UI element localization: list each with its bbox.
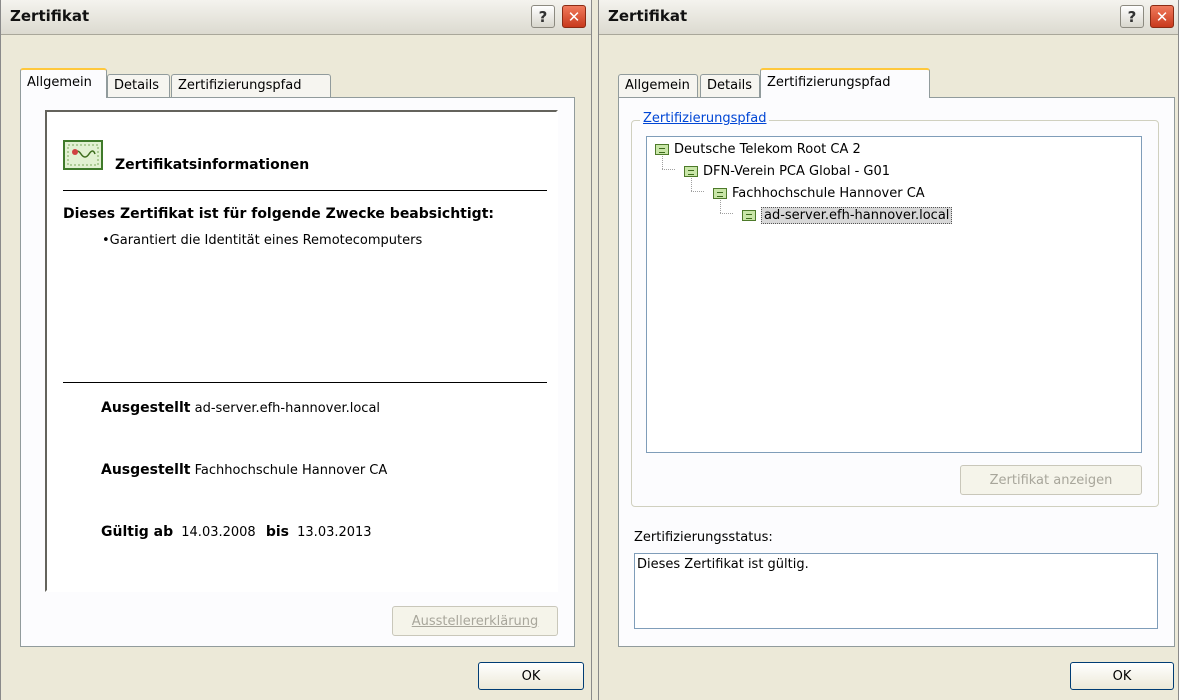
- valid-to-value: 13.03.2013: [297, 525, 372, 540]
- certificate-icon: [742, 209, 756, 221]
- ok-button[interactable]: OK: [478, 662, 584, 690]
- tree-connector: [662, 169, 675, 170]
- issuer-statement-button[interactable]: Ausstellererklärung: [392, 606, 558, 636]
- tree-node-label: Fachhochschule Hannover CA: [732, 185, 925, 201]
- general-tab-panel: Zertifikatsinformationen Dieses Zertifik…: [20, 97, 575, 647]
- view-certificate-button[interactable]: Zertifikat anzeigen: [960, 465, 1142, 495]
- help-button[interactable]: ?: [531, 5, 555, 28]
- title-bar[interactable]: Zertifikat ? ✕: [1, 0, 591, 35]
- valid-from-label: Gültig ab: [101, 524, 174, 540]
- title-bar[interactable]: Zertifikat ? ✕: [599, 0, 1178, 35]
- certificate-info-box: Zertifikatsinformationen Dieses Zertifik…: [45, 110, 558, 592]
- issued-by-label: Ausgestellt: [101, 462, 191, 478]
- certificate-icon: [684, 165, 698, 177]
- tab-certification-path[interactable]: Zertifizierungspfad: [171, 74, 331, 98]
- tree-node-selected[interactable]: ad-server.efh-hannover.local: [742, 205, 953, 225]
- divider: [63, 382, 547, 383]
- valid-to-label: bis: [265, 524, 289, 540]
- issued-to-row: Ausgestellt ad-server.efh-hannover.local: [101, 400, 380, 416]
- issued-to-value: ad-server.efh-hannover.local: [194, 401, 381, 416]
- ok-button[interactable]: OK: [1070, 662, 1174, 690]
- tree-node-root[interactable]: Deutsche Telekom Root CA 2: [655, 139, 861, 159]
- close-button[interactable]: ✕: [562, 5, 586, 28]
- issued-by-row: Ausgestellt Fachhochschule Hannover CA: [101, 462, 387, 478]
- tree-node-issuer[interactable]: Fachhochschule Hannover CA: [713, 183, 925, 203]
- tree-node-label: Deutsche Telekom Root CA 2: [674, 141, 861, 157]
- path-group-label: Zertifizierungspfad: [640, 111, 770, 126]
- tab-details[interactable]: Details: [107, 74, 170, 98]
- tab-general[interactable]: Allgemein: [618, 74, 698, 98]
- path-tree[interactable]: Deutsche Telekom Root CA 2 DFN-Verein PC…: [646, 136, 1142, 453]
- valid-from-value: 14.03.2008: [181, 525, 256, 540]
- certification-path-tab-panel: Zertifizierungspfad Deutsche Telekom Roo…: [618, 97, 1175, 647]
- purpose-item: •Garantiert die Identität eines Remoteco…: [102, 233, 423, 248]
- certificate-icon: [713, 187, 727, 199]
- tab-details[interactable]: Details: [700, 74, 760, 98]
- tree-node-label: DFN-Verein PCA Global - G01: [703, 163, 891, 179]
- tree-connector: [691, 191, 704, 192]
- issued-to-label: Ausgestellt: [101, 400, 191, 416]
- validity-row: Gültig ab 14.03.2008 bis 13.03.2013: [101, 524, 372, 540]
- window-title: Zertifikat: [608, 7, 688, 25]
- info-heading: Zertifikatsinformationen: [115, 157, 310, 173]
- status-label: Zertifizierungsstatus:: [634, 530, 773, 545]
- divider: [63, 190, 547, 191]
- tab-certification-path[interactable]: Zertifizierungspfad: [760, 68, 930, 98]
- status-box[interactable]: Dieses Zertifikat ist gültig.: [634, 553, 1158, 629]
- tree-node-intermediate[interactable]: DFN-Verein PCA Global - G01: [684, 161, 890, 181]
- certificate-dialog-general: Zertifikat ? ✕ Allgemein Details Zertifi…: [0, 0, 592, 700]
- tree-node-label: ad-server.efh-hannover.local: [761, 206, 953, 224]
- tree-connector: [720, 213, 733, 214]
- close-button[interactable]: ✕: [1150, 5, 1174, 28]
- status-text: Dieses Zertifikat ist gültig.: [637, 557, 809, 572]
- window-title: Zertifikat: [10, 7, 90, 25]
- tab-general[interactable]: Allgemein: [20, 68, 107, 98]
- certificate-icon: [655, 143, 669, 155]
- certificate-dialog-path: Zertifikat ? ✕ Allgemein Details Zertifi…: [598, 0, 1179, 700]
- certificate-icon: [63, 140, 103, 170]
- purpose-heading: Dieses Zertifikat ist für folgende Zweck…: [63, 206, 494, 222]
- issued-by-value: Fachhochschule Hannover CA: [194, 463, 388, 478]
- help-button[interactable]: ?: [1120, 5, 1144, 28]
